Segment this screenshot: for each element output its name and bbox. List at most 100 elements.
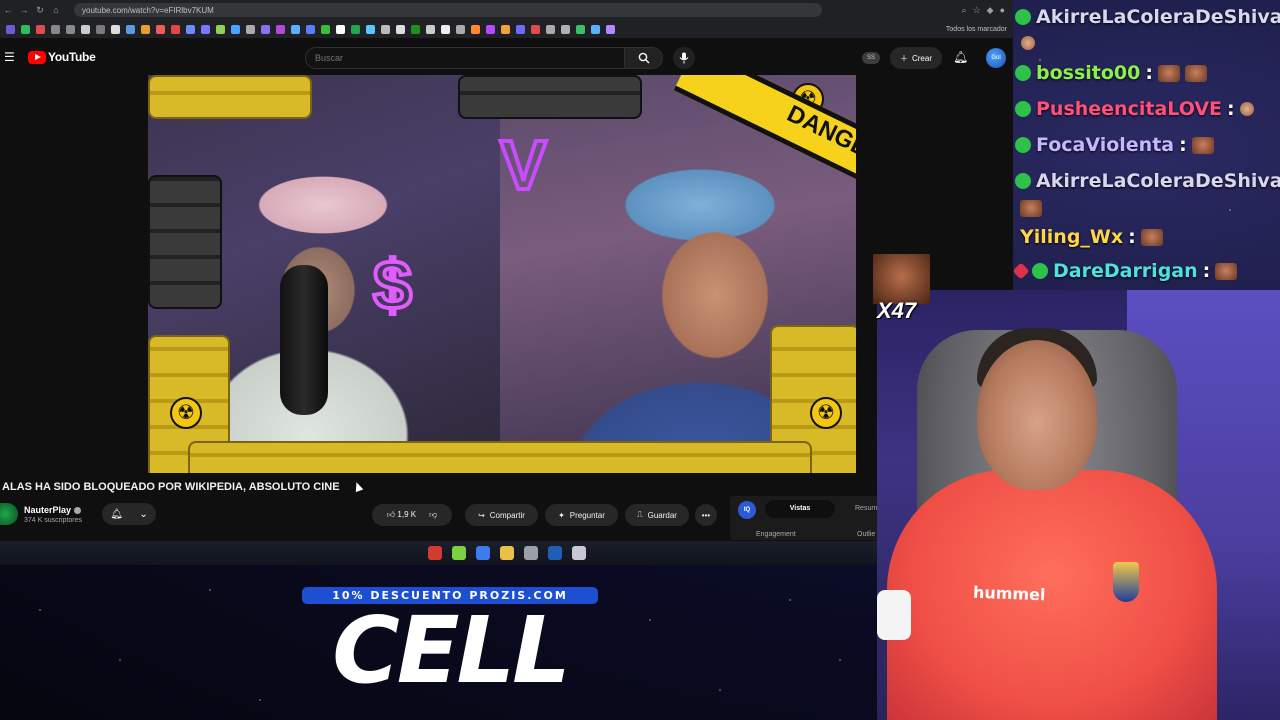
bookmark-favicon-icon[interactable] xyxy=(531,24,540,34)
bookmark-favicon-icon[interactable] xyxy=(381,24,390,34)
bookmark-favicon-icon[interactable] xyxy=(441,24,450,34)
bookmark-favicon-icon[interactable] xyxy=(546,24,555,34)
address-bar[interactable]: youtube.com/watch?v=eFIRlbv7KUM xyxy=(74,3,822,17)
bookmark-favicon-icon[interactable] xyxy=(36,24,45,34)
channel-name[interactable]: NauterPlay xyxy=(24,505,82,515)
home-icon[interactable]: ⌂ xyxy=(48,5,64,15)
share-button[interactable]: ↪ Compartir xyxy=(465,504,538,526)
bookmark-favicon-icon[interactable] xyxy=(276,24,285,34)
bookmark-favicon-icon[interactable] xyxy=(321,24,330,34)
profile-icon[interactable]: ● xyxy=(1000,5,1005,16)
tab-resumen[interactable]: Resum xyxy=(855,505,877,512)
back-icon[interactable]: ← xyxy=(0,5,16,15)
bookmark-favicon-icon[interactable] xyxy=(291,24,300,34)
chat-message: Yiling_Wx: xyxy=(1020,226,1163,248)
bookmark-favicon-icon[interactable] xyxy=(336,24,345,34)
bookmark-favicon-icon[interactable] xyxy=(96,24,105,34)
neon-sign-decoration: $ xyxy=(371,244,414,326)
channel-avatar[interactable] xyxy=(0,503,18,525)
taskbar-app-icon[interactable] xyxy=(523,546,538,560)
bookmark-star-icon[interactable]: ☆ xyxy=(973,5,981,16)
chat-separator: : xyxy=(1202,260,1211,282)
account-avatar[interactable]: Gol xyxy=(986,48,1006,68)
youtube-logo[interactable]: YouTube xyxy=(28,50,96,64)
bookmark-favicon-icon[interactable] xyxy=(516,24,525,34)
bookmark-favicon-icon[interactable] xyxy=(111,24,120,34)
dislike-button[interactable]: 👎︎ xyxy=(429,510,437,520)
bookmark-favicon-icon[interactable] xyxy=(21,24,30,34)
bookmark-favicon-icon[interactable] xyxy=(456,24,465,34)
bookmark-favicon-icon[interactable] xyxy=(561,24,570,34)
bookmark-favicon-icon[interactable] xyxy=(231,24,240,34)
notifications-bell-icon[interactable]: 🔔︎ xyxy=(953,50,968,64)
more-actions-button[interactable]: ••• xyxy=(695,504,717,526)
save-button[interactable]: ⎍ Guardar xyxy=(625,504,689,526)
search-button[interactable] xyxy=(625,47,663,69)
ask-label: Preguntar xyxy=(569,510,605,520)
video-player[interactable]: $ V ☢ ☢ ☢ DANGER xyxy=(148,75,856,473)
barrel-decoration xyxy=(148,175,222,309)
all-bookmarks-label[interactable]: Todos los marcador xyxy=(946,26,1007,33)
shirt-brand-text: hummel xyxy=(972,582,1046,605)
menu-icon[interactable]: ☰ xyxy=(4,50,20,64)
bookmark-favicon-icon[interactable] xyxy=(471,24,480,34)
bookmark-favicon-icon[interactable] xyxy=(126,24,135,34)
extensions-icon[interactable]: ◆ xyxy=(987,5,994,16)
reload-icon[interactable]: ↻ xyxy=(32,5,48,16)
bookmark-favicon-icon[interactable] xyxy=(261,24,270,34)
chat-username: FocaViolenta xyxy=(1036,134,1175,156)
chat-username: DareDarrigan xyxy=(1053,260,1198,282)
zoom-icon[interactable]: ⌕ xyxy=(962,5,967,16)
taskbar-app-icon[interactable] xyxy=(475,546,490,560)
microphone-icon xyxy=(679,52,689,64)
taskbar-app-icon[interactable] xyxy=(547,546,562,560)
bookmark-favicon-icon[interactable] xyxy=(576,24,585,34)
chat-emote xyxy=(1021,36,1035,50)
taskbar-app-icon[interactable] xyxy=(571,546,586,560)
league-patch xyxy=(877,590,911,640)
search-input[interactable] xyxy=(305,47,625,69)
bookmark-favicon-icon[interactable] xyxy=(306,24,315,34)
chat-overlay: AkirreLaColeraDeShiva:bossito00:Pusheenc… xyxy=(1012,0,1280,290)
chat-username: bossito00 xyxy=(1036,62,1141,84)
taskbar-app-icon[interactable] xyxy=(451,546,466,560)
bookmark-favicon-icon[interactable] xyxy=(81,24,90,34)
tab-vistas[interactable]: Vistas xyxy=(765,500,835,518)
voice-search-button[interactable] xyxy=(673,47,695,69)
bookmark-favicon-icon[interactable] xyxy=(201,24,210,34)
bookmark-favicon-icon[interactable] xyxy=(486,24,495,34)
bookmark-favicon-icon[interactable] xyxy=(6,24,15,34)
like-button[interactable]: 👍︎ 1,9 K xyxy=(387,510,416,520)
bookmark-favicon-icon[interactable] xyxy=(186,24,195,34)
bookmark-favicon-icon[interactable] xyxy=(366,24,375,34)
taskbar-app-icon[interactable] xyxy=(499,546,514,560)
bookmark-favicon-icon[interactable] xyxy=(246,24,255,34)
bookmark-favicon-icon[interactable] xyxy=(51,24,60,34)
bookmark-favicon-icon[interactable] xyxy=(501,24,510,34)
ask-button[interactable]: ✦ Preguntar xyxy=(545,504,618,526)
radiation-icon: ☢ xyxy=(170,397,202,429)
bookmark-favicon-icon[interactable] xyxy=(141,24,150,34)
forward-icon[interactable]: → xyxy=(16,5,32,15)
ss-extension-badge[interactable]: SS xyxy=(862,52,880,64)
analytics-extension-icon[interactable]: IQ xyxy=(738,501,756,519)
youtube-play-icon xyxy=(28,50,46,64)
plus-icon: ＋ xyxy=(899,53,908,63)
bookmark-favicon-icon[interactable] xyxy=(591,24,600,34)
taskbar-app-icon[interactable] xyxy=(427,546,442,560)
create-button[interactable]: ＋ Crear xyxy=(890,47,942,69)
bookmark-favicon-icon[interactable] xyxy=(66,24,75,34)
bookmark-favicon-icon[interactable] xyxy=(411,24,420,34)
bookmark-favicon-icon[interactable] xyxy=(426,24,435,34)
subscription-bell-button[interactable]: 🔔︎ ⌄ xyxy=(102,503,156,525)
bookmark-favicon-icon[interactable] xyxy=(156,24,165,34)
chat-separator: : xyxy=(1128,226,1136,248)
share-icon: ↪ xyxy=(478,510,485,520)
bookmark-favicon-icon[interactable] xyxy=(606,24,615,34)
bookmark-favicon-icon[interactable] xyxy=(171,24,180,34)
bookmark-favicon-icon[interactable] xyxy=(396,24,405,34)
chat-message: bossito00: xyxy=(1015,62,1207,84)
bookmark-icon: ⎍ xyxy=(637,510,643,519)
bookmark-favicon-icon[interactable] xyxy=(216,24,225,34)
bookmark-favicon-icon[interactable] xyxy=(351,24,360,34)
